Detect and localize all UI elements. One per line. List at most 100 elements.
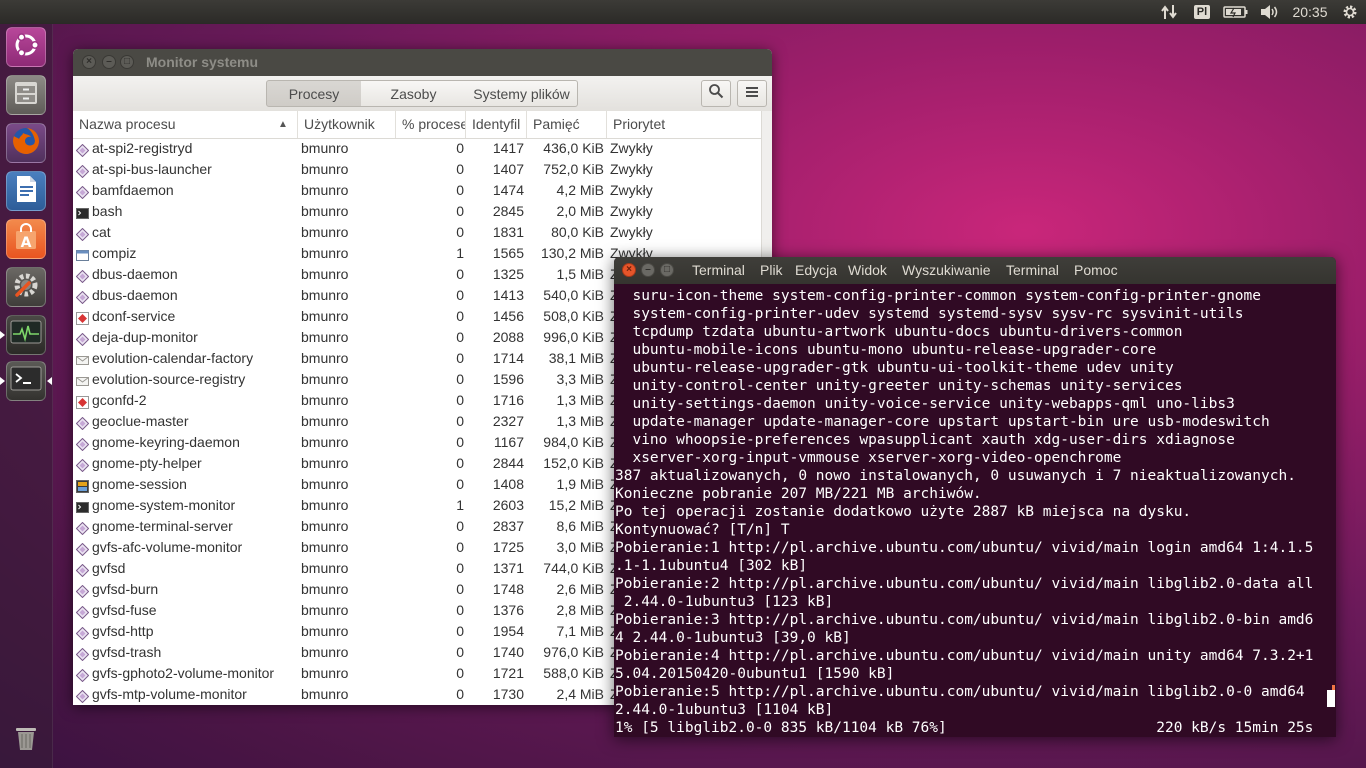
column-header-user[interactable]: Użytkownik <box>298 111 396 138</box>
process-gear-icon <box>75 520 90 536</box>
column-header-name[interactable]: Nazwa procesu ▲ <box>73 111 298 138</box>
keyboard-layout-indicator[interactable]: Pl <box>1192 0 1212 24</box>
search-button[interactable] <box>701 80 731 107</box>
table-row[interactable]: cat bmunro 0 1831 80,0 KiB Zwykły <box>73 222 761 243</box>
process-memory: 540,0 KiB <box>543 287 604 303</box>
process-cpu: 0 <box>456 266 464 282</box>
process-gear-icon <box>75 604 90 620</box>
process-memory: 1,3 MiB <box>556 413 604 429</box>
process-name: dbus-daemon <box>92 266 178 282</box>
column-header-memory[interactable]: Pamięć <box>527 111 607 138</box>
launcher-software-center-button[interactable]: A <box>6 219 46 259</box>
terminal-output[interactable]: suru-icon-theme system-config-printer-co… <box>615 287 1335 737</box>
process-pid: 2844 <box>492 455 524 471</box>
minimize-icon[interactable]: – <box>641 263 655 277</box>
config-icon <box>76 394 89 409</box>
process-memory: 3,3 MiB <box>556 371 604 387</box>
process-cpu: 0 <box>456 518 464 534</box>
process-memory: 2,8 MiB <box>556 602 604 618</box>
process-cpu: 1 <box>456 245 464 261</box>
process-pid: 1740 <box>492 644 524 660</box>
process-pid: 1748 <box>492 581 524 597</box>
launcher-dash-button[interactable] <box>6 27 46 67</box>
process-pid: 1417 <box>492 140 524 156</box>
launcher-settings-button[interactable] <box>6 267 46 307</box>
table-row[interactable]: at-spi-bus-launcher bmunro 0 1407 752,0 KiB Z… <box>73 159 761 180</box>
window-titlebar[interactable]: × – □ Terminal Plik Edycja Widok Wyszuki… <box>614 257 1336 284</box>
clock[interactable]: 20:35 <box>1288 0 1332 24</box>
table-row[interactable]: bash bmunro 0 2845 2,0 MiB Zwykły <box>73 201 761 222</box>
network-updown-icon[interactable] <box>1158 0 1180 24</box>
menu-help[interactable]: Pomoc <box>1074 257 1118 284</box>
process-pid: 1596 <box>492 371 524 387</box>
battery-icon[interactable] <box>1222 0 1250 24</box>
volume-icon[interactable] <box>1258 0 1280 24</box>
menu-button[interactable] <box>737 80 767 107</box>
terminal-line: Pobieranie:1 http://pl.archive.ubuntu.co… <box>615 540 1314 556</box>
process-gear-icon <box>75 184 90 200</box>
menu-terminal[interactable]: Terminal <box>1006 257 1059 284</box>
session-icon <box>76 478 89 493</box>
tab-file-systems[interactable]: Systemy plików <box>466 80 578 107</box>
process-gear-icon <box>75 688 90 704</box>
process-cpu: 0 <box>456 665 464 681</box>
maximize-icon[interactable]: □ <box>120 55 134 69</box>
process-name: gvfsd-http <box>92 623 154 639</box>
process-cpu: 0 <box>456 161 464 177</box>
ubuntu-logo-icon <box>11 30 41 65</box>
process-memory: 744,0 KiB <box>543 560 604 576</box>
process-pid: 1325 <box>492 266 524 282</box>
launcher-firefox-button[interactable] <box>6 123 46 163</box>
launcher-system-monitor-button[interactable] <box>6 315 46 355</box>
terminal-line: 2.44.0-1ubuntu3 [1104 kB] <box>615 702 834 718</box>
terminal-line: ubuntu-release-upgrader-gtk ubuntu-ui-to… <box>615 360 1174 376</box>
close-icon[interactable]: × <box>622 263 636 277</box>
column-header-priority[interactable]: Priorytet <box>607 111 761 138</box>
close-icon[interactable]: × <box>82 55 96 69</box>
process-name: compiz <box>92 245 137 261</box>
process-name: gvfs-afc-volume-monitor <box>92 539 243 555</box>
process-user: bmunro <box>301 518 349 534</box>
envelope-icon <box>76 352 89 365</box>
process-cpu: 0 <box>456 287 464 303</box>
process-gear-icon <box>75 457 90 473</box>
menu-file[interactable]: Plik <box>760 257 783 284</box>
tab-processes[interactable]: Procesy <box>266 80 362 107</box>
process-memory: 984,0 KiB <box>543 434 604 450</box>
keyboard-layout-label: Pl <box>1193 5 1211 19</box>
launcher-trash-button[interactable] <box>6 719 46 759</box>
process-user: bmunro <box>301 686 349 702</box>
gear-icon[interactable] <box>1340 0 1360 24</box>
terminal-line: Pobieranie:4 http://pl.archive.ubuntu.co… <box>615 648 1314 664</box>
menu-view[interactable]: Widok <box>848 257 887 284</box>
process-gear-icon <box>75 268 90 284</box>
process-gear-icon <box>75 226 90 242</box>
launcher-writer-button[interactable] <box>6 171 46 211</box>
launcher-terminal-button[interactable] <box>6 361 46 401</box>
terminal-line: 1% [5 libglib2.0-0 835 kB/1104 kB 76%] 2… <box>615 720 1314 736</box>
launcher-files-button[interactable] <box>6 75 46 115</box>
process-name: gnome-session <box>92 476 187 492</box>
terminal-line: Pobieranie:2 http://pl.archive.ubuntu.co… <box>615 576 1314 592</box>
minimize-icon[interactable]: – <box>102 55 116 69</box>
column-header-cpu[interactable]: % procese <box>396 111 466 138</box>
process-pid: 1725 <box>492 539 524 555</box>
menu-search[interactable]: Wyszukiwanie <box>902 257 991 284</box>
menu-edit[interactable]: Edycja <box>795 257 837 284</box>
process-gear-icon <box>75 163 90 179</box>
table-row[interactable]: at-spi2-registryd bmunro 0 1417 436,0 KiB Zwy… <box>73 138 761 159</box>
table-row[interactable]: bamfdaemon bmunro 0 1474 4,2 MiB Zwykły <box>73 180 761 201</box>
tab-resources[interactable]: Zasoby <box>361 80 467 107</box>
terminal-line: update-manager update-manager-core upsta… <box>615 414 1270 430</box>
process-memory: 38,1 MiB <box>548 350 604 366</box>
process-name: gvfsd-fuse <box>92 602 157 618</box>
terminal-line: xserver-xorg-input-vmmouse xserver-xorg-… <box>615 450 1122 466</box>
terminal-line: Kontynuować? [T/n] T <box>615 522 790 538</box>
column-header-pid[interactable]: Identyfil <box>466 111 527 138</box>
window-titlebar[interactable]: × – □ Monitor systemu <box>73 49 772 76</box>
process-user: bmunro <box>301 329 349 345</box>
process-name: geoclue-master <box>92 413 189 429</box>
process-cpu: 0 <box>456 644 464 660</box>
maximize-icon[interactable]: □ <box>660 263 674 277</box>
process-name: gvfsd-trash <box>92 644 162 660</box>
